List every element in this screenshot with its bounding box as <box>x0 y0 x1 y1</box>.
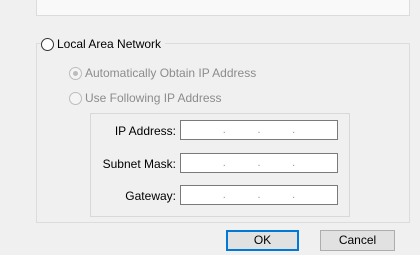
top-panel <box>36 0 410 16</box>
auto-obtain-ip-option[interactable]: Automatically Obtain IP Address <box>69 66 256 80</box>
ip-address-label: IP Address: <box>114 124 176 138</box>
auto-obtain-ip-radio[interactable] <box>69 66 82 80</box>
cancel-button[interactable]: Cancel <box>320 230 395 251</box>
ip-address-field[interactable]: ... <box>180 120 338 140</box>
gateway-field[interactable]: ... <box>180 185 338 205</box>
local-area-network-legend[interactable]: Local Area Network <box>41 35 166 53</box>
ok-button[interactable]: OK <box>226 230 299 251</box>
local-area-network-radio[interactable] <box>41 37 54 51</box>
subnet-mask-field[interactable]: ... <box>180 153 338 173</box>
local-area-network-label: Local Area Network <box>57 37 162 51</box>
use-following-ip-label: Use Following IP Address <box>85 91 222 105</box>
subnet-mask-label: Subnet Mask: <box>102 157 176 171</box>
use-following-ip-option[interactable]: Use Following IP Address <box>69 91 222 105</box>
gateway-label: Gateway: <box>125 189 176 203</box>
use-following-ip-radio[interactable] <box>69 91 82 105</box>
auto-obtain-ip-label: Automatically Obtain IP Address <box>85 66 257 80</box>
